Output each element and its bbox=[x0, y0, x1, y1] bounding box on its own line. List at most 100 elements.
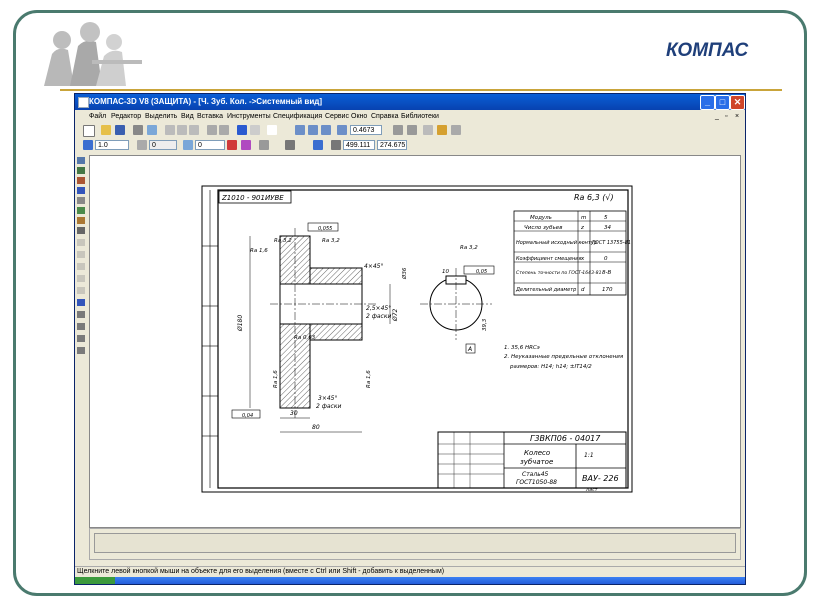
redo-icon[interactable] bbox=[219, 125, 229, 135]
open-folder-icon[interactable] bbox=[101, 125, 111, 135]
snap-icon[interactable] bbox=[227, 140, 237, 150]
zoom-out-icon[interactable] bbox=[321, 125, 331, 135]
designations-icon[interactable] bbox=[77, 177, 85, 184]
mdi-restore-icon[interactable]: ▫ bbox=[725, 113, 727, 120]
properties-panel-field[interactable] bbox=[94, 533, 736, 553]
insert-icon[interactable] bbox=[77, 251, 85, 258]
svg-text:Ra 0,63: Ra 0,63 bbox=[294, 335, 316, 341]
svg-text:5: 5 bbox=[604, 215, 608, 221]
mdi-close-icon[interactable]: × bbox=[735, 113, 739, 120]
menu-help[interactable]: Справка bbox=[371, 113, 398, 120]
svg-text:Ra 1,6: Ra 1,6 bbox=[366, 370, 372, 388]
display-icon[interactable] bbox=[451, 125, 461, 135]
menu-bar: Файл Редактор Выделить Вид Вставка Инстр… bbox=[75, 111, 745, 123]
pan-icon[interactable] bbox=[393, 125, 403, 135]
reports-icon[interactable] bbox=[77, 239, 85, 246]
menu-view[interactable]: Вид bbox=[181, 113, 194, 120]
menu-service[interactable]: Сервис bbox=[325, 113, 349, 120]
style-field[interactable]: 0 bbox=[195, 140, 225, 150]
zoom-field[interactable]: 0.4673 bbox=[350, 125, 382, 135]
sheet-label: Лист bbox=[585, 487, 598, 493]
parametrization-icon[interactable] bbox=[77, 197, 85, 204]
local-cs-icon[interactable] bbox=[285, 140, 295, 150]
undo-icon[interactable] bbox=[207, 125, 217, 135]
grid-icon[interactable] bbox=[259, 140, 269, 150]
macro-icon[interactable] bbox=[77, 263, 85, 270]
fit-icon[interactable] bbox=[407, 125, 417, 135]
svg-text:0: 0 bbox=[604, 256, 608, 262]
roughness-main: Ra 6,3 (√) bbox=[574, 193, 614, 202]
standard-toolbar: 0.4673 bbox=[75, 124, 745, 138]
ortho-icon[interactable] bbox=[313, 140, 323, 150]
measure-icon[interactable] bbox=[77, 207, 85, 214]
menu-select[interactable]: Выделить bbox=[145, 113, 177, 120]
svg-text:2 фаски: 2 фаски bbox=[316, 403, 341, 410]
arc-icon[interactable] bbox=[77, 323, 85, 330]
preview-icon[interactable] bbox=[147, 125, 157, 135]
menu-tools[interactable]: Инструменты bbox=[227, 113, 271, 120]
minimize-button[interactable]: _ bbox=[700, 95, 715, 110]
close-button[interactable]: ✕ bbox=[730, 95, 745, 110]
menu-libraries[interactable]: Библиотеки bbox=[401, 113, 439, 120]
select-icon[interactable] bbox=[77, 217, 85, 224]
svg-text:Ø180: Ø180 bbox=[237, 315, 244, 332]
current-state-toolbar: 1.0 0 0 499.111 274.675 bbox=[75, 139, 745, 153]
variables-icon[interactable] bbox=[250, 125, 260, 135]
library-icon[interactable] bbox=[77, 287, 85, 294]
svg-text:Делительный диаметр: Делительный диаметр bbox=[515, 287, 576, 293]
text-icon[interactable] bbox=[77, 347, 85, 354]
hatch-icon[interactable] bbox=[77, 335, 85, 342]
svg-text:34: 34 bbox=[604, 225, 611, 231]
properties-icon[interactable] bbox=[237, 125, 247, 135]
layer-icon bbox=[137, 140, 147, 150]
svg-text:4×45°: 4×45° bbox=[364, 263, 383, 270]
svg-text:2,5×45°: 2,5×45° bbox=[366, 305, 391, 312]
spec-icon[interactable] bbox=[77, 227, 85, 234]
geometry-icon[interactable] bbox=[77, 157, 85, 164]
menu-editor[interactable]: Редактор bbox=[111, 113, 141, 120]
start-button[interactable] bbox=[75, 577, 115, 584]
svg-text:ГОСТ 13755-81: ГОСТ 13755-81 bbox=[592, 240, 631, 246]
edit-icon[interactable] bbox=[77, 187, 85, 194]
tools-icon[interactable] bbox=[437, 125, 447, 135]
menu-file[interactable]: Файл bbox=[89, 113, 106, 120]
svg-text:170: 170 bbox=[602, 287, 613, 293]
line-icon[interactable] bbox=[77, 311, 85, 318]
zoom-in-icon[interactable] bbox=[308, 125, 318, 135]
menu-window[interactable]: Окно bbox=[351, 113, 367, 120]
fragment-icon[interactable] bbox=[77, 275, 85, 282]
cut-icon[interactable] bbox=[165, 125, 175, 135]
mdi-minimize-icon[interactable]: _ bbox=[715, 113, 719, 120]
round-icon[interactable] bbox=[241, 140, 251, 150]
svg-text:Модуль: Модуль bbox=[530, 215, 552, 221]
svg-text:80: 80 bbox=[312, 424, 320, 431]
top-left-designation: Z1010 - 901ИУВЕ bbox=[221, 194, 284, 202]
part-name-1: Колесо bbox=[524, 449, 550, 457]
dimensions-icon[interactable] bbox=[77, 167, 85, 174]
svg-text:-: - bbox=[581, 240, 583, 246]
svg-text:Ra 3,2: Ra 3,2 bbox=[274, 238, 292, 244]
zoom-scale-icon[interactable] bbox=[337, 125, 347, 135]
cursor-coords-icon bbox=[331, 140, 341, 150]
view-icon[interactable] bbox=[77, 299, 85, 306]
refresh-icon[interactable] bbox=[423, 125, 433, 135]
menu-specification[interactable]: Спецификация bbox=[273, 113, 322, 120]
layer-field[interactable]: 0 bbox=[149, 140, 177, 150]
zoom-icon[interactable] bbox=[295, 125, 305, 135]
save-icon[interactable] bbox=[115, 125, 125, 135]
print-icon[interactable] bbox=[133, 125, 143, 135]
paste-icon[interactable] bbox=[189, 125, 199, 135]
gear-drawing: Z1010 - 901ИУВЕ Ra 6,3 (√) Модуль m 5 Чи… bbox=[201, 185, 633, 493]
coord-x-field[interactable]: 499.111 bbox=[343, 140, 375, 150]
maximize-button[interactable]: □ bbox=[715, 95, 730, 110]
drawing-canvas[interactable]: Z1010 - 901ИУВЕ Ra 6,3 (√) Модуль m 5 Чи… bbox=[89, 155, 741, 528]
window-titlebar[interactable]: КОМПАС-3D V8 (ЗАЩИТА) - [Ч. Зуб. Кол. ->… bbox=[75, 94, 745, 110]
step-field[interactable]: 1.0 bbox=[95, 140, 129, 150]
svg-text:d: d bbox=[581, 287, 585, 293]
coord-y-field[interactable]: 274.675 bbox=[377, 140, 407, 150]
window-title: КОМПАС-3D V8 (ЗАЩИТА) - [Ч. Зуб. Кол. ->… bbox=[89, 97, 323, 106]
help-pointer-icon[interactable] bbox=[267, 125, 277, 135]
menu-insert[interactable]: Вставка bbox=[197, 113, 223, 120]
new-document-icon[interactable] bbox=[83, 125, 95, 137]
copy-icon[interactable] bbox=[177, 125, 187, 135]
